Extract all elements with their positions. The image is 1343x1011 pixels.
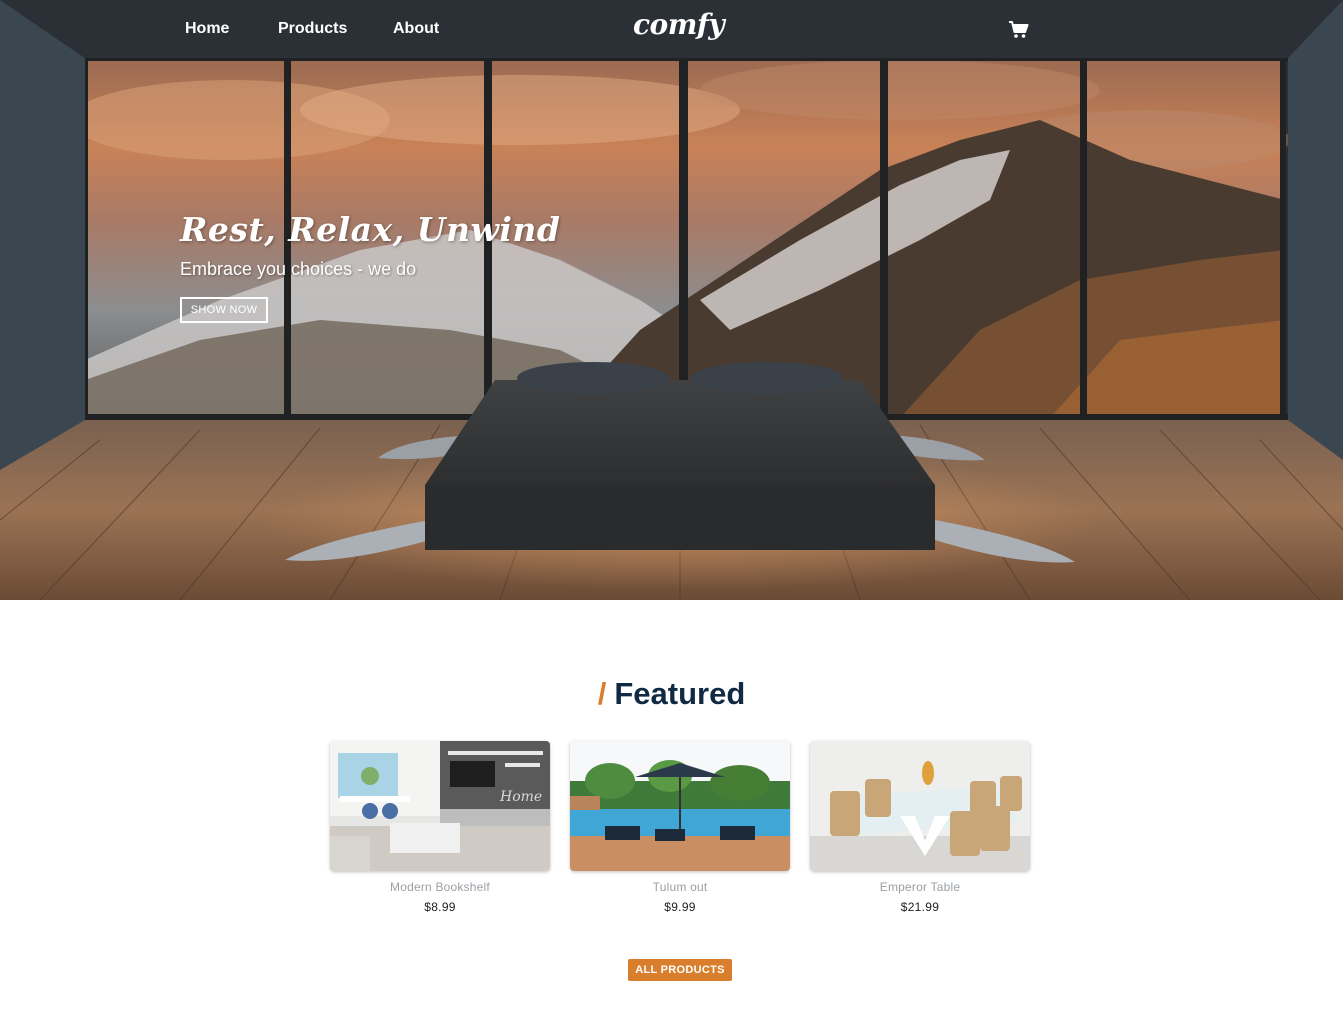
all-products-button[interactable]: ALL PRODUCTS — [628, 959, 732, 981]
nav-link-about[interactable]: About — [393, 20, 439, 38]
product-name: Tulum out — [652, 880, 708, 894]
product-name: Emperor Table — [879, 880, 961, 894]
product-card[interactable]: Tulum out $9.99 — [570, 741, 790, 914]
show-now-button[interactable]: SHOW NOW — [180, 297, 268, 323]
hero-text-block: Rest, Relax, Unwind Embrace you choices … — [180, 210, 561, 323]
product-image-tulum[interactable] — [570, 741, 790, 871]
product-image-bookshelf[interactable]: Home — [330, 741, 550, 871]
product-price: $9.99 — [664, 900, 696, 914]
product-price: $21.99 — [900, 900, 940, 914]
product-price: $8.99 — [424, 900, 456, 914]
top-navbar: Home Products About comfy — [0, 0, 1343, 60]
featured-heading-text: Featured — [614, 676, 746, 711]
svg-text:Home: Home — [499, 789, 542, 805]
featured-heading: / Featured — [0, 676, 1343, 712]
heading-slash: / — [597, 676, 607, 711]
hero-title: Rest, Relax, Unwind — [180, 210, 561, 249]
hero-banner: Home Products About comfy Rest, Relax, U… — [0, 0, 1343, 600]
featured-products: Home Modern Bookshelf $8.99 Tulum out $9… — [330, 741, 1030, 921]
product-card[interactable]: Emperor Table $21.99 — [810, 741, 1030, 914]
product-name: Modern Bookshelf — [390, 880, 490, 894]
brand-logo[interactable]: comfy — [633, 8, 725, 41]
product-image-emperor-table[interactable] — [810, 741, 1030, 871]
nav-link-home[interactable]: Home — [185, 20, 229, 38]
nav-link-products[interactable]: Products — [278, 20, 347, 38]
cart-icon[interactable] — [1008, 20, 1030, 40]
product-card[interactable]: Home Modern Bookshelf $8.99 — [330, 741, 550, 914]
hero-subtitle: Embrace you choices - we do — [180, 259, 417, 279]
